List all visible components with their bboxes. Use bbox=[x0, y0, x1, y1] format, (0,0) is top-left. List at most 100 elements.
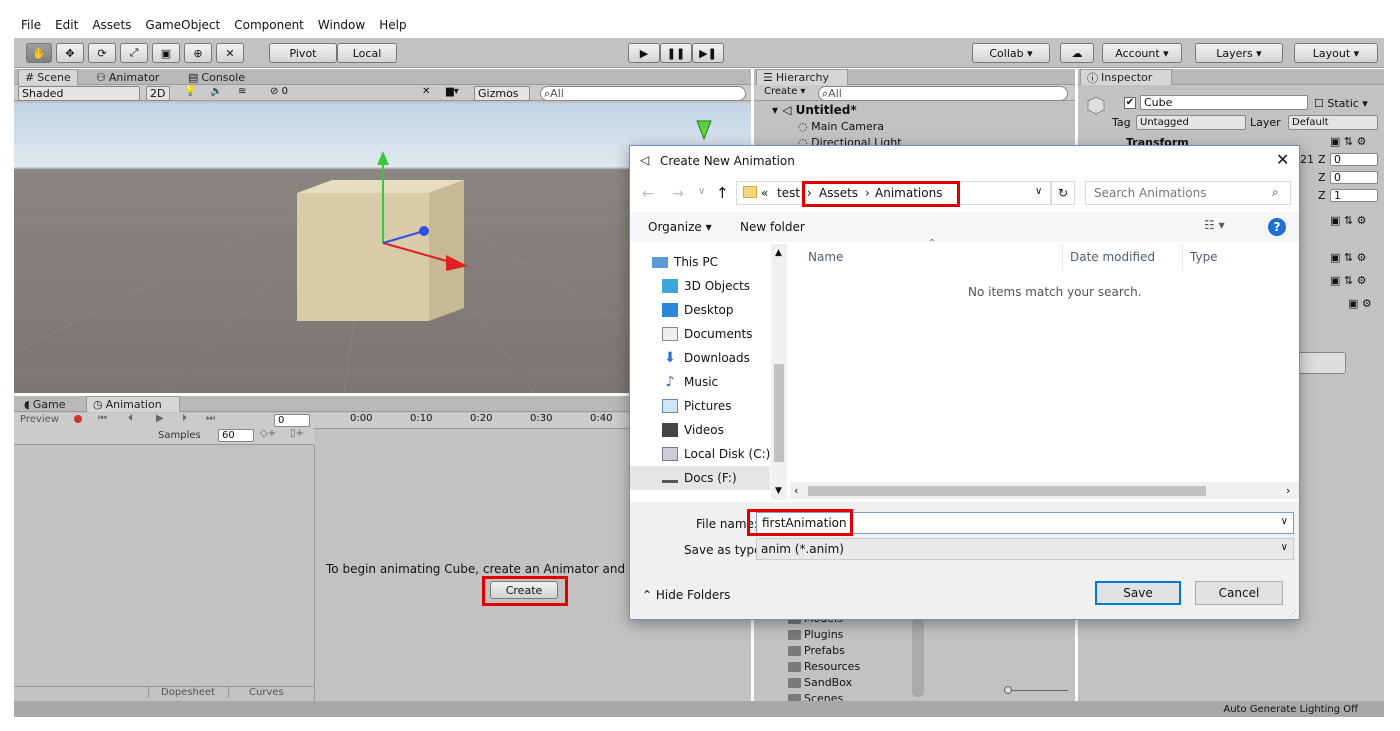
folder-item[interactable]: SandBox bbox=[788, 676, 852, 689]
tab-console[interactable]: ▤ Console bbox=[182, 69, 251, 85]
step-icon[interactable]: ▶❚ bbox=[692, 43, 724, 63]
hierarchy-item[interactable]: ◌ Main Camera bbox=[798, 120, 884, 133]
nav-docs-drive[interactable]: Docs (F:) bbox=[630, 466, 770, 490]
prev-key-icon[interactable]: ⏴ bbox=[128, 413, 133, 424]
back-icon[interactable]: ← bbox=[642, 186, 654, 202]
z-rotation-input[interactable]: 0 bbox=[1330, 171, 1378, 184]
component-settings-icon[interactable]: ▣ ⇅ ⚙ bbox=[1330, 135, 1366, 148]
camera-icon[interactable]: ▆▾ bbox=[446, 86, 459, 97]
save-type-dropdown-icon[interactable]: ∨ bbox=[1281, 542, 1288, 553]
menu-file[interactable]: File bbox=[14, 16, 48, 36]
horizontal-scrollbar[interactable]: ‹ › bbox=[790, 482, 1299, 499]
account-dropdown[interactable]: Account ▾ bbox=[1102, 43, 1182, 63]
tab-game[interactable]: ◖ Game bbox=[18, 396, 72, 412]
move-tool-icon[interactable]: ✥ bbox=[56, 43, 84, 63]
tab-scene[interactable]: # Scene bbox=[18, 69, 78, 85]
menu-window[interactable]: Window bbox=[311, 16, 372, 36]
rotate-tool-icon[interactable]: ⟳ bbox=[88, 43, 116, 63]
menu-component[interactable]: Component bbox=[227, 16, 311, 36]
collab-button[interactable]: Collab ▾ bbox=[972, 43, 1050, 63]
scene-gizmo-icon[interactable] bbox=[694, 119, 714, 141]
play-icon[interactable]: ▶ bbox=[628, 43, 660, 63]
audio-icon[interactable]: 🔊 bbox=[210, 86, 222, 97]
object-name-input[interactable]: Cube bbox=[1140, 95, 1308, 110]
refresh-icon[interactable]: ↻ bbox=[1051, 181, 1075, 205]
add-component-button[interactable] bbox=[1298, 352, 1346, 374]
recent-dropdown-icon[interactable]: ∨ bbox=[698, 186, 705, 197]
menu-edit[interactable]: Edit bbox=[48, 16, 85, 36]
play-anim-icon[interactable]: ▶ bbox=[156, 413, 164, 424]
first-key-icon[interactable]: ⏮ bbox=[98, 413, 107, 424]
scene-root[interactable]: ▾ ◁ Untitled* bbox=[772, 103, 857, 117]
curves-tab[interactable]: Curves bbox=[228, 687, 308, 698]
gizmos-dropdown[interactable]: Gizmos bbox=[474, 86, 530, 101]
scale-tool-icon[interactable]: ⤢ bbox=[120, 43, 148, 63]
menu-help[interactable]: Help bbox=[372, 16, 413, 36]
add-keyframe-icon[interactable]: ◇+ bbox=[260, 428, 276, 439]
tools-icon[interactable]: ✕ bbox=[422, 86, 430, 97]
z-scale-input[interactable]: 1 bbox=[1330, 189, 1378, 202]
menu-gameobject[interactable]: GameObject bbox=[138, 16, 227, 36]
component-settings-icon[interactable]: ▣ ⚙ bbox=[1348, 297, 1372, 310]
hand-tool-icon[interactable]: ✋ bbox=[26, 43, 52, 63]
folder-item[interactable]: Plugins bbox=[788, 628, 843, 641]
record-icon[interactable] bbox=[74, 415, 82, 423]
samples-input[interactable]: 60 bbox=[218, 429, 254, 442]
static-toggle[interactable]: ☐ Static ▾ bbox=[1314, 97, 1368, 110]
path-segment[interactable]: test bbox=[777, 186, 800, 200]
resize-grip-icon[interactable]: ⋰ bbox=[1289, 609, 1297, 618]
component-settings-icon[interactable]: ▣ ⇅ ⚙ bbox=[1330, 251, 1366, 264]
column-header-date[interactable]: Date modified bbox=[1070, 250, 1155, 264]
save-type-dropdown[interactable]: anim (*.anim) ∨ bbox=[756, 538, 1294, 560]
component-settings-icon[interactable]: ▣ ⇅ ⚙ bbox=[1330, 274, 1366, 287]
frame-input[interactable]: 0 bbox=[274, 414, 310, 427]
hide-folders-toggle[interactable]: ⌃ Hide Folders bbox=[642, 588, 730, 602]
dialog-search-input[interactable]: Search Animations ⌕ bbox=[1085, 181, 1291, 205]
z-position-input[interactable]: 0 bbox=[1330, 153, 1378, 166]
add-event-icon[interactable]: ▯+ bbox=[290, 428, 304, 439]
active-checkbox[interactable]: ✔ bbox=[1124, 97, 1136, 109]
new-folder-button[interactable]: New folder bbox=[740, 220, 805, 234]
hierarchy-search-input[interactable]: ⌕ All bbox=[818, 86, 1068, 101]
view-options-icon[interactable]: ☷ ▾ bbox=[1204, 218, 1225, 232]
layout-dropdown[interactable]: Layout ▾ bbox=[1294, 43, 1378, 63]
tab-animator[interactable]: ⚇ Animator bbox=[90, 69, 165, 85]
scroll-right-icon[interactable]: › bbox=[1286, 484, 1290, 497]
preview-toggle[interactable]: Preview bbox=[20, 414, 59, 425]
up-icon[interactable]: ↑ bbox=[716, 184, 729, 202]
organize-button[interactable]: Organize ▾ bbox=[648, 220, 712, 234]
transform-tool-icon[interactable]: ⊕ bbox=[184, 43, 212, 63]
menu-assets[interactable]: Assets bbox=[85, 16, 138, 36]
hierarchy-scrollbar[interactable] bbox=[912, 619, 924, 697]
layer-dropdown[interactable]: Default bbox=[1288, 115, 1378, 130]
forward-icon[interactable]: → bbox=[672, 186, 684, 202]
cancel-button[interactable]: Cancel bbox=[1195, 581, 1283, 605]
scene-search-input[interactable]: ⌕ All bbox=[540, 86, 746, 101]
layers-dropdown[interactable]: Layers ▾ bbox=[1195, 43, 1283, 63]
tab-inspector[interactable]: ⓘ Inspector bbox=[1080, 69, 1172, 85]
save-button[interactable]: Save bbox=[1095, 581, 1181, 605]
column-header-type[interactable]: Type bbox=[1190, 250, 1218, 264]
lighting-icon[interactable]: 💡 bbox=[184, 86, 196, 97]
nav-scrollbar[interactable]: ▲ ▼ bbox=[771, 244, 787, 500]
zoom-slider[interactable] bbox=[1004, 686, 1068, 694]
next-key-icon[interactable]: ⏵ bbox=[182, 413, 187, 424]
local-button[interactable]: Local bbox=[337, 43, 397, 63]
help-icon[interactable]: ? bbox=[1268, 218, 1286, 236]
file-name-dropdown-icon[interactable]: ∨ bbox=[1281, 516, 1288, 527]
folder-item[interactable]: Resources bbox=[788, 660, 860, 673]
cloud-icon[interactable]: ☁ bbox=[1060, 43, 1094, 63]
last-key-icon[interactable]: ⏭ bbox=[206, 413, 215, 424]
scroll-left-icon[interactable]: ‹ bbox=[794, 484, 798, 497]
folder-item[interactable]: Prefabs bbox=[788, 644, 845, 657]
hidden-count[interactable]: ⊘ 0 bbox=[270, 86, 288, 97]
tab-animation[interactable]: ◷ Animation bbox=[86, 396, 180, 412]
effects-icon[interactable]: ≋ bbox=[238, 86, 246, 97]
custom-tool-icon[interactable]: ✕ bbox=[216, 43, 244, 63]
shading-dropdown[interactable]: Shaded bbox=[18, 86, 140, 101]
rect-tool-icon[interactable]: ▣ bbox=[152, 43, 180, 63]
address-dropdown-icon[interactable]: ∨ bbox=[1035, 186, 1042, 197]
2d-toggle[interactable]: 2D bbox=[146, 86, 170, 101]
column-header-name[interactable]: Name bbox=[808, 250, 843, 264]
scroll-thumb[interactable] bbox=[808, 486, 1206, 496]
